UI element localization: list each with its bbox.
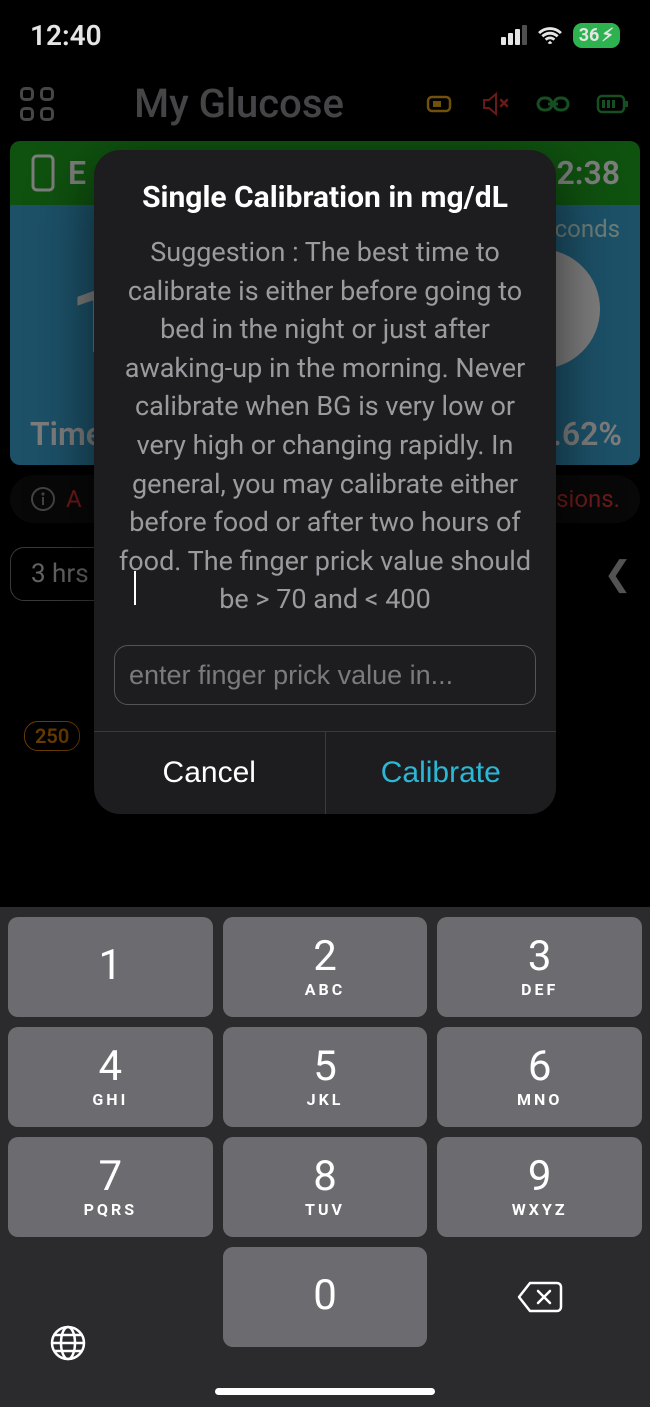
key-9[interactable]: 9WXYZ [437, 1137, 642, 1237]
text-cursor [134, 571, 136, 605]
dialog-body: Suggestion : The best time to calibrate … [94, 233, 556, 645]
backspace-icon [516, 1280, 564, 1314]
calibration-input[interactable] [114, 645, 536, 705]
key-4[interactable]: 4GHI [8, 1027, 213, 1127]
key-5[interactable]: 5JKL [223, 1027, 428, 1127]
numeric-keypad: 1 2ABC 3DEF 4GHI 5JKL 6MNO 7PQRS 8TUV 9W… [0, 907, 650, 1407]
dialog-title: Single Calibration in mg/dL [94, 150, 556, 233]
key-2[interactable]: 2ABC [223, 917, 428, 1017]
globe-icon[interactable] [48, 1323, 88, 1367]
key-1[interactable]: 1 [8, 917, 213, 1017]
key-blank [8, 1247, 213, 1347]
key-6[interactable]: 6MNO [437, 1027, 642, 1127]
key-8[interactable]: 8TUV [223, 1137, 428, 1237]
key-7[interactable]: 7PQRS [8, 1137, 213, 1237]
key-delete[interactable] [437, 1247, 642, 1347]
cancel-button[interactable]: Cancel [94, 732, 326, 814]
key-3[interactable]: 3DEF [437, 917, 642, 1017]
calibrate-button[interactable]: Calibrate [326, 732, 557, 814]
key-0[interactable]: 0 [223, 1247, 428, 1347]
calibration-dialog: Single Calibration in mg/dL Suggestion :… [94, 150, 556, 814]
dialog-actions: Cancel Calibrate [94, 731, 556, 814]
home-indicator[interactable] [215, 1388, 435, 1395]
